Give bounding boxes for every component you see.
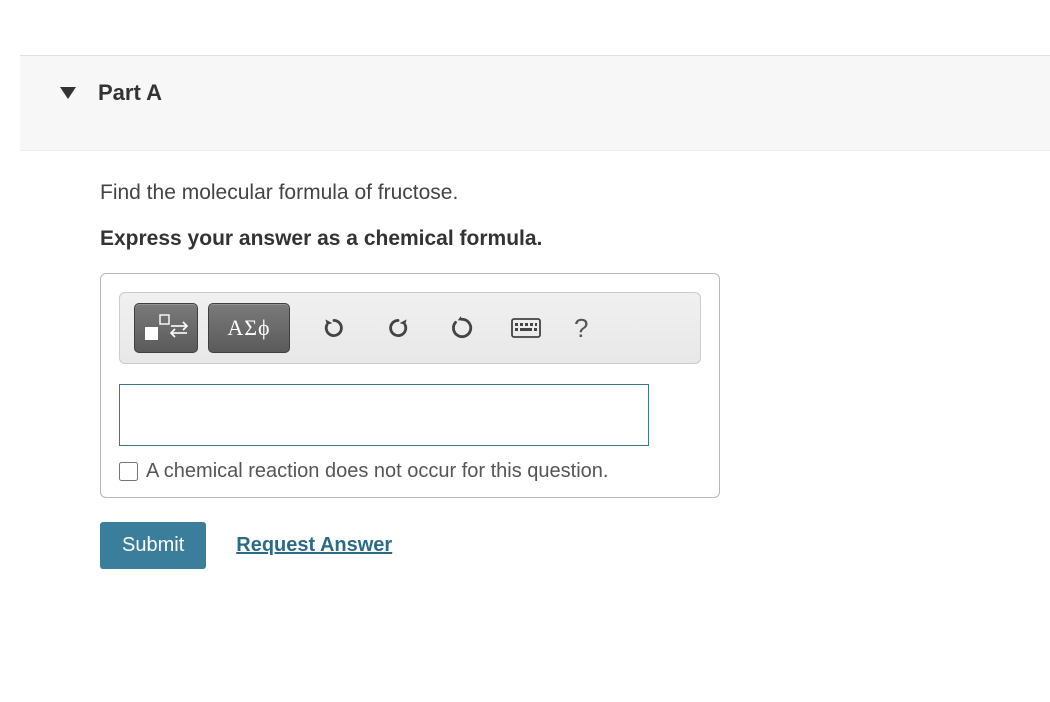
reset-icon bbox=[449, 315, 475, 341]
content-area: Find the molecular formula of fructose. … bbox=[0, 151, 1050, 589]
part-title: Part A bbox=[98, 80, 162, 106]
request-answer-link[interactable]: Request Answer bbox=[236, 534, 392, 557]
chemistry-template-icon bbox=[143, 313, 189, 343]
keyboard-button[interactable] bbox=[506, 308, 546, 348]
redo-icon bbox=[385, 315, 411, 341]
greek-symbols-button[interactable]: ΑΣϕ bbox=[208, 303, 290, 353]
answer-instruction: Express your answer as a chemical formul… bbox=[100, 227, 1030, 251]
chemistry-template-button[interactable] bbox=[134, 303, 198, 353]
submit-button[interactable]: Submit bbox=[100, 522, 206, 569]
help-button[interactable]: ? bbox=[574, 313, 588, 344]
reset-button[interactable] bbox=[442, 308, 482, 348]
no-reaction-checkbox[interactable] bbox=[119, 462, 138, 481]
undo-button[interactable] bbox=[314, 308, 354, 348]
action-row: Submit Request Answer bbox=[100, 522, 1030, 569]
no-reaction-row[interactable]: A chemical reaction does not occur for t… bbox=[119, 460, 701, 483]
part-header[interactable]: Part A bbox=[20, 56, 1050, 151]
undo-icon bbox=[321, 315, 347, 341]
redo-button[interactable] bbox=[378, 308, 418, 348]
no-reaction-label: A chemical reaction does not occur for t… bbox=[146, 460, 608, 483]
answer-box: ΑΣϕ bbox=[100, 273, 720, 498]
formula-toolbar: ΑΣϕ bbox=[119, 292, 701, 364]
keyboard-icon bbox=[511, 318, 541, 338]
question-prompt: Find the molecular formula of fructose. bbox=[100, 181, 1030, 205]
answer-input[interactable] bbox=[119, 384, 649, 446]
caret-down-icon bbox=[60, 87, 76, 99]
